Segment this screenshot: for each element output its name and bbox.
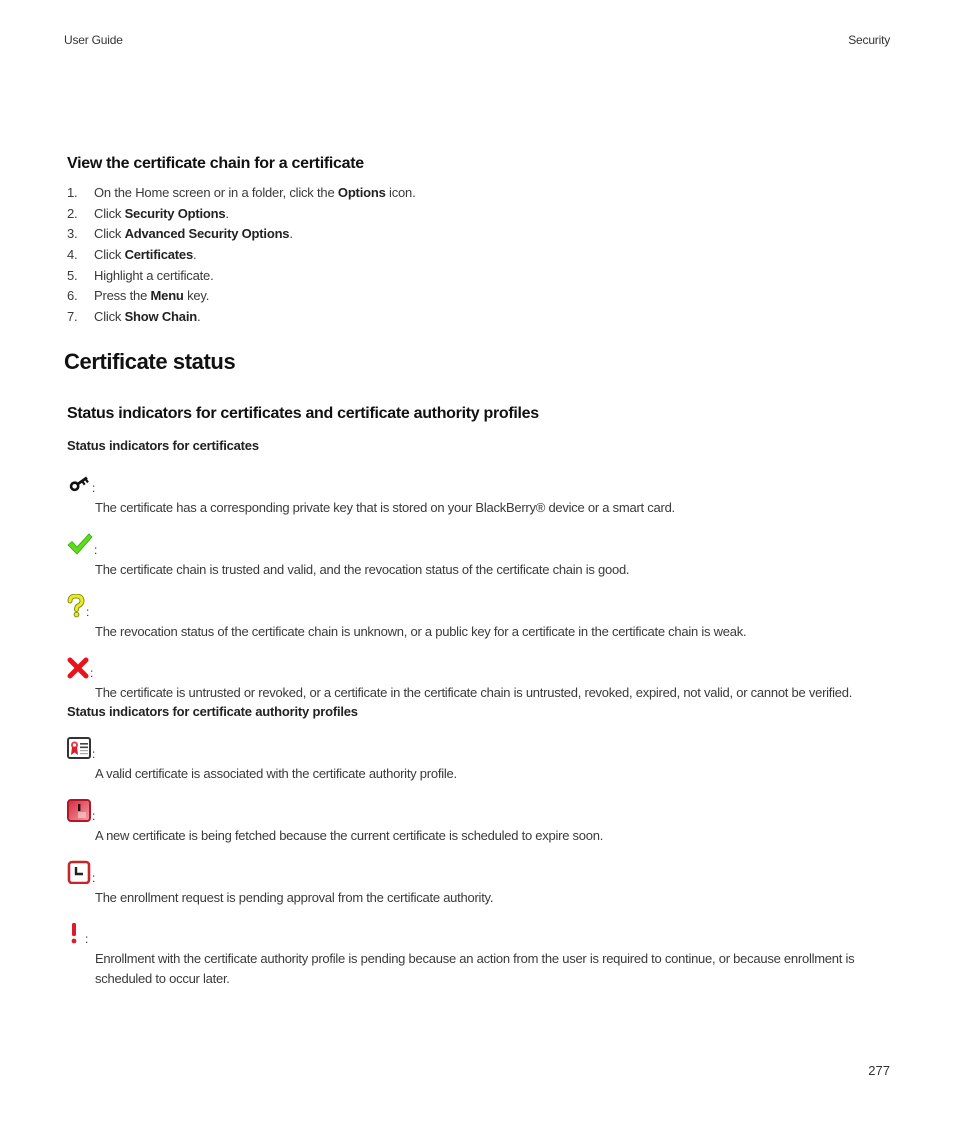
- step-item: 1. On the Home screen or in a folder, cli…: [67, 182, 416, 203]
- colon: :: [92, 871, 96, 885]
- step-text: Press the Menu key.: [94, 288, 210, 304]
- section-heading-view-chain: View the certificate chain for a certifi…: [67, 155, 364, 172]
- step-text: Click Security Options.: [94, 205, 229, 221]
- indicator-description: The certificate has a corresponding priv…: [95, 500, 675, 515]
- step-text: Click Certificates.: [94, 246, 197, 262]
- expiring-certificate-icon: [67, 798, 91, 822]
- exclamation-icon: [67, 921, 81, 945]
- step-text: Highlight a certificate.: [94, 267, 214, 283]
- key-icon: [67, 470, 91, 494]
- checkmark-icon: [67, 532, 93, 556]
- step-number: 2.: [67, 205, 78, 221]
- pending-clock-icon: [67, 860, 91, 884]
- step-number: 5.: [67, 267, 78, 283]
- indicator-description: Enrollment with the certificate authorit…: [95, 951, 855, 986]
- steps-list: 1. On the Home screen or in a folder, cli…: [67, 182, 416, 327]
- step-item: 7. Click Show Chain.: [67, 306, 416, 327]
- valid-certificate-icon: [67, 736, 91, 760]
- colon: :: [94, 543, 98, 557]
- indicator-trusted-valid: : The certificate chain is trusted and v…: [67, 532, 895, 580]
- subsection-heading-status-indicators: Status indicators for certificates and c…: [67, 405, 539, 422]
- step-item: 4. Click Certificates.: [67, 244, 416, 265]
- step-text: Click Advanced Security Options.: [94, 226, 293, 242]
- step-text: On the Home screen or in a folder, click…: [94, 184, 416, 200]
- step-item: 6. Press the Menu key.: [67, 285, 416, 306]
- colon: :: [92, 747, 96, 761]
- step-text: Click Show Chain.: [94, 308, 201, 324]
- indicator-description: A new certificate is being fetched becau…: [95, 828, 604, 843]
- running-header-left: User Guide: [64, 33, 123, 47]
- page-number: 277: [868, 1063, 890, 1078]
- section-heading-certificate-status: Certificate status: [64, 349, 236, 374]
- indicator-revocation-unknown: : The revocation status of the certifica…: [67, 594, 895, 642]
- step-number: 6.: [67, 288, 78, 304]
- colon: :: [92, 481, 96, 495]
- red-x-icon: [67, 657, 89, 679]
- indicator-description: The enrollment request is pending approv…: [95, 890, 494, 905]
- indicator-valid-certificate: : A valid certificate is associated with…: [67, 736, 895, 784]
- colon: :: [85, 932, 89, 946]
- indicator-pending-approval: : The enrollment request is pending appr…: [67, 860, 895, 908]
- step-item: 3. Click Advanced Security Options.: [67, 223, 416, 244]
- indicator-description: The certificate chain is trusted and val…: [95, 562, 630, 577]
- step-number: 7.: [67, 308, 78, 324]
- indicator-private-key: : The certificate has a corresponding pr…: [67, 470, 895, 518]
- indicator-untrusted: : The certificate is untrusted or revoke…: [67, 655, 895, 703]
- colon: :: [90, 666, 94, 680]
- step-item: 2. Click Security Options.: [67, 203, 416, 224]
- running-header-right: Security: [848, 33, 890, 47]
- colon: :: [92, 809, 96, 823]
- question-mark-icon: [67, 594, 85, 618]
- step-number: 4.: [67, 246, 78, 262]
- step-number: 1.: [67, 184, 78, 200]
- indicator-description: A valid certificate is associated with t…: [95, 766, 457, 781]
- colon: :: [86, 605, 90, 619]
- heading-ca-profile-indicators: Status indicators for certificate author…: [67, 704, 358, 719]
- heading-certificate-indicators: Status indicators for certificates: [67, 438, 259, 453]
- step-number: 3.: [67, 226, 78, 242]
- indicator-expiring-certificate: : A new certificate is being fetched bec…: [67, 798, 895, 846]
- indicator-description: The certificate is untrusted or revoked,…: [95, 685, 853, 700]
- indicator-description: The revocation status of the certificate…: [95, 624, 747, 639]
- step-item: 5. Highlight a certificate.: [67, 265, 416, 286]
- indicator-user-action-required: : Enrollment with the certificate author…: [67, 921, 895, 989]
